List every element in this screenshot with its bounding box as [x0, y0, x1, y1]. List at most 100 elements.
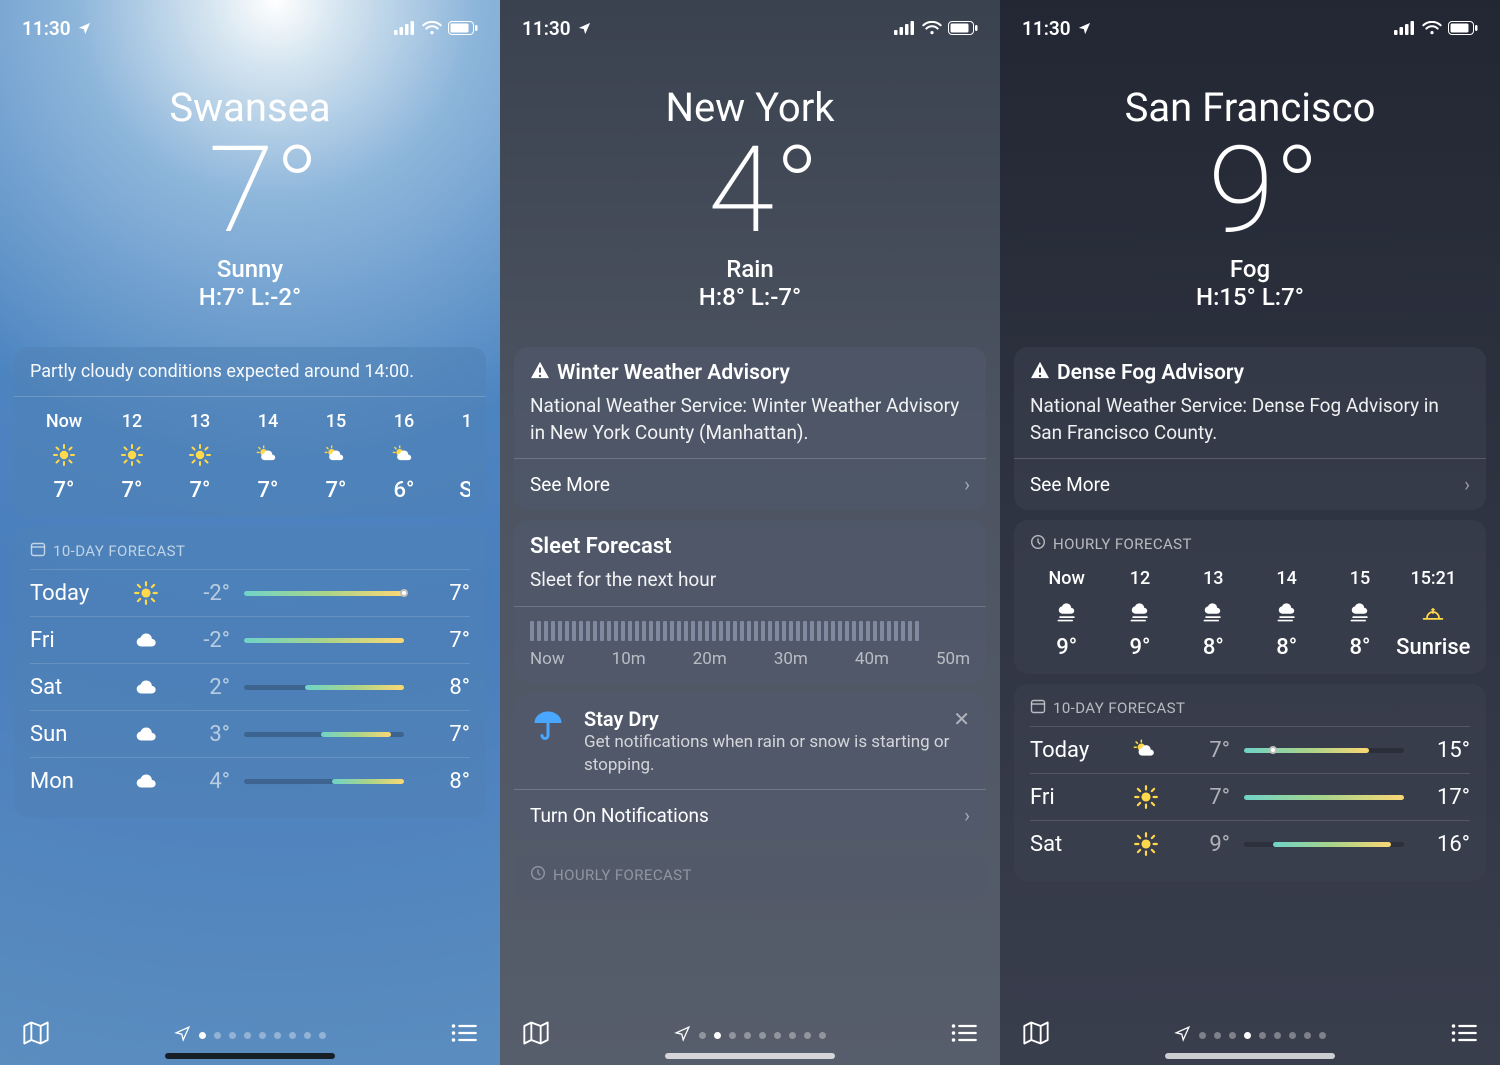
hilo: H:8° L:-7° [500, 283, 1000, 311]
hour-column: 15:21 Sunrise [1397, 568, 1470, 660]
high-temp: 7° [418, 722, 470, 747]
home-indicator[interactable] [1165, 1053, 1335, 1059]
hourly-card[interactable]: HOURLY FORECAST Now 9° 12 9° 13 8° 14 8°… [1014, 520, 1486, 674]
daily-row[interactable]: Today -2° 7° [30, 569, 470, 616]
page-indicator[interactable] [1174, 1025, 1326, 1046]
temp-range-bar [244, 638, 404, 643]
page-dot[interactable] [1199, 1032, 1206, 1039]
locations-list-button[interactable] [1450, 1022, 1478, 1048]
notif-action-label: Turn On Notifications [530, 804, 709, 827]
hero: New York 4° Rain H:8° L:-7° [500, 44, 1000, 311]
daily-row[interactable]: Fri -2° 7° [30, 616, 470, 663]
hour-value: 8° [1276, 635, 1297, 660]
page-dot[interactable] [699, 1032, 706, 1039]
advisory-card[interactable]: Winter Weather Advisory National Weather… [514, 347, 986, 510]
hour-value: 9° [1056, 635, 1077, 660]
map-button[interactable] [22, 1020, 50, 1050]
see-more-row[interactable]: See More › [1030, 471, 1470, 496]
page-dot[interactable] [274, 1032, 281, 1039]
hourly-card[interactable]: Partly cloudy conditions expected around… [14, 347, 486, 517]
home-indicator[interactable] [665, 1053, 835, 1059]
page-dot[interactable] [819, 1032, 826, 1039]
hilo: H:7° L:-2° [0, 283, 500, 311]
page-dot[interactable] [214, 1032, 221, 1039]
page-dot[interactable] [789, 1032, 796, 1039]
hour-column: 15 7° [302, 411, 370, 503]
turn-on-notifications[interactable]: Turn On Notifications › [530, 802, 970, 827]
location-arrow-icon [174, 1025, 191, 1046]
page-dot[interactable] [714, 1032, 721, 1039]
current-temp: 4° [528, 131, 1000, 251]
page-dot[interactable] [289, 1032, 296, 1039]
chevron-right-icon: › [964, 473, 970, 496]
page-dot[interactable] [744, 1032, 751, 1039]
hourly-header: HOURLY FORECAST [1053, 535, 1192, 553]
see-more-row[interactable]: See More › [530, 471, 970, 496]
location-arrow-icon [1174, 1025, 1191, 1046]
hourly-scroll[interactable]: Now 9° 12 9° 13 8° 14 8° 15 8° 15:21 Sun… [1030, 568, 1470, 660]
wifi-icon [422, 21, 442, 35]
day-label: Sat [1030, 832, 1118, 857]
hour-value: 7° [54, 478, 75, 503]
page-dot[interactable] [1319, 1032, 1326, 1039]
page-indicator[interactable] [174, 1025, 326, 1046]
partcloud-icon [1118, 737, 1174, 763]
see-more-label: See More [1030, 473, 1110, 496]
partcloud-icon [324, 442, 348, 468]
page-dot[interactable] [1214, 1032, 1221, 1039]
daily-row[interactable]: Sat 9° 16° [1030, 820, 1470, 867]
weather-screen-sf: 11:30 San Francisco 9° Fog H:15° L:7° De… [1000, 0, 1500, 1065]
fog-icon [1201, 599, 1225, 625]
daily-row[interactable]: Sun 3° 7° [30, 710, 470, 757]
page-dot[interactable] [1289, 1032, 1296, 1039]
daily-card[interactable]: 10-DAY FORECAST Today 7° 15° Fri 7° 17° … [1014, 684, 1486, 881]
fog-icon [1275, 599, 1299, 625]
daily-row[interactable]: Mon 4° 8° [30, 757, 470, 804]
daily-row[interactable]: Sat 2° 8° [30, 663, 470, 710]
advisory-card[interactable]: Dense Fog Advisory National Weather Serv… [1014, 347, 1486, 510]
page-dot[interactable] [244, 1032, 251, 1039]
page-dot[interactable] [1244, 1032, 1251, 1039]
page-dot[interactable] [759, 1032, 766, 1039]
page-dot[interactable] [1304, 1032, 1311, 1039]
page-dot[interactable] [729, 1032, 736, 1039]
map-button[interactable] [522, 1020, 550, 1050]
sun-icon [118, 580, 174, 606]
hourly-scroll[interactable]: Now 7° 12 7° 13 7° 14 7° 15 7° 16 6° 16 … [30, 411, 470, 503]
page-dot[interactable] [229, 1032, 236, 1039]
map-button[interactable] [1022, 1020, 1050, 1050]
page-dot[interactable] [774, 1032, 781, 1039]
wifi-icon [1422, 21, 1442, 35]
locations-list-button[interactable] [450, 1022, 478, 1048]
page-dot[interactable] [259, 1032, 266, 1039]
sun-icon [1118, 831, 1174, 857]
page-indicator[interactable] [674, 1025, 826, 1046]
hour-column: 14 8° [1250, 568, 1323, 660]
hour-label: 16 [462, 411, 470, 432]
page-dot[interactable] [199, 1032, 206, 1039]
hour-value: Su [459, 478, 470, 503]
page-dot[interactable] [304, 1032, 311, 1039]
page-dot[interactable] [804, 1032, 811, 1039]
home-indicator[interactable] [165, 1053, 335, 1059]
page-dot[interactable] [319, 1032, 326, 1039]
page-dot[interactable] [1274, 1032, 1281, 1039]
daily-row[interactable]: Today 7° 15° [1030, 726, 1470, 773]
day-label: Fri [1030, 785, 1118, 810]
sleet-card[interactable]: Sleet Forecast Sleet for the next hour N… [514, 520, 986, 683]
daily-card[interactable]: 10-DAY FORECAST Today -2° 7° Fri -2° 7° … [14, 527, 486, 818]
clock-icon [530, 865, 546, 885]
close-button[interactable]: ✕ [953, 707, 970, 731]
hour-label: Now [46, 411, 82, 432]
locations-list-button[interactable] [950, 1022, 978, 1048]
hour-value: 7° [122, 478, 143, 503]
daily-row[interactable]: Fri 7° 17° [1030, 773, 1470, 820]
condition: Sunny [0, 255, 500, 283]
hourly-card[interactable]: HOURLY FORECAST [514, 851, 986, 899]
page-dot[interactable] [1259, 1032, 1266, 1039]
page-dot[interactable] [1229, 1032, 1236, 1039]
hour-value: 7° [326, 478, 347, 503]
location-arrow-icon [674, 1025, 691, 1046]
notification-prompt-card[interactable]: Stay Dry Get notifications when rain or … [514, 693, 986, 841]
sleet-bar [530, 621, 970, 641]
